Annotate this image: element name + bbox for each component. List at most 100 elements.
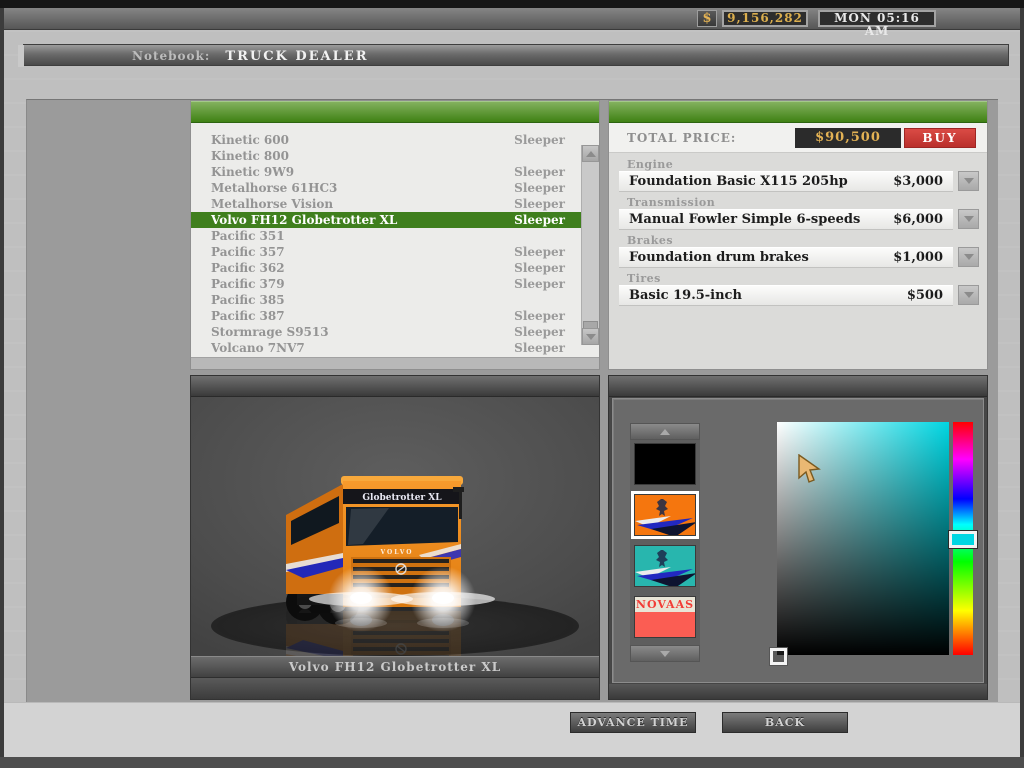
swatch-scroll-up-button[interactable] — [630, 423, 700, 440]
viewer-bottom-bar — [191, 678, 599, 699]
mouse-cursor-icon — [797, 454, 821, 483]
option-value: Foundation drum brakes — [629, 250, 809, 265]
paint-shop-panel: NOVAAS — [608, 375, 988, 700]
config-sections: EngineFoundation Basic X115 205hp$3,000T… — [609, 153, 987, 369]
truck-3d-view[interactable]: Globetrotter XL VOLVO — [191, 397, 599, 656]
truck-list-item[interactable]: Pacific 387Sleeper — [191, 308, 581, 324]
swatch-scroll-down-button[interactable] — [630, 645, 700, 662]
scroll-down-button[interactable] — [582, 328, 599, 345]
paint-swatch-teal-decal[interactable] — [634, 545, 696, 587]
paint-swatch-novaas-red[interactable]: NOVAAS — [634, 596, 696, 638]
option-value: Manual Fowler Simple 6-speeds — [629, 212, 860, 227]
arrow-down-icon — [660, 651, 670, 657]
notebook-header: Notebook: TRUCK DEALER — [23, 44, 1009, 66]
truck-list-bottom-strip — [191, 357, 599, 369]
viewer-top-bar — [191, 376, 599, 397]
buy-button[interactable]: BUY — [904, 128, 976, 148]
option-value-row[interactable]: Foundation drum brakes$1,000 — [619, 247, 953, 267]
advance-time-button[interactable]: ADVANCE TIME — [570, 712, 696, 733]
total-price-value: $90,500 — [795, 128, 901, 148]
truck-cab-type: Sleeper — [514, 132, 565, 148]
truck-dealer-screen: $ 9,156,282 MON 05:16 AM Notebook: TRUCK… — [0, 0, 1024, 768]
hue-marker[interactable] — [949, 531, 977, 548]
front-badge-text: VOLVO — [379, 549, 413, 556]
truck-name: Metalhorse 61HC3 — [211, 180, 337, 196]
truck-list-item[interactable]: Stormrage S9513Sleeper — [191, 324, 581, 340]
truck-cab-type: Sleeper — [514, 244, 565, 260]
truck-list-panel: Kinetic 600SleeperKinetic 800Kinetic 9W9… — [190, 100, 600, 370]
option-label: Brakes — [627, 234, 987, 247]
option-value: Foundation Basic X115 205hp — [629, 174, 848, 189]
truck-list-item[interactable]: Pacific 385 — [191, 292, 581, 308]
truck-name: Metalhorse Vision — [211, 196, 333, 212]
hue-bar[interactable] — [953, 422, 973, 655]
chevron-down-icon — [964, 254, 974, 260]
notebook-prefix: Notebook: — [132, 49, 210, 63]
dropdown-button[interactable] — [958, 285, 979, 305]
truck-list-item[interactable]: Kinetic 9W9Sleeper — [191, 164, 581, 180]
dropdown-button[interactable] — [958, 209, 979, 229]
option-value-row[interactable]: Manual Fowler Simple 6-speeds$6,000 — [619, 209, 953, 229]
swatch-list: NOVAAS — [630, 443, 700, 647]
truck-name: Pacific 362 — [211, 260, 285, 276]
money-icon: $ — [697, 10, 717, 27]
back-button[interactable]: BACK — [722, 712, 848, 733]
dropdown-button[interactable] — [958, 247, 979, 267]
screen-bottom-edge — [0, 757, 1024, 768]
option-label: Tires — [627, 272, 987, 285]
option-value-row[interactable]: Basic 19.5-inch$500 — [619, 285, 953, 305]
truck-list-item[interactable]: Pacific 351 — [191, 228, 581, 244]
screen-top-edge — [0, 0, 1024, 8]
truck-list-body: Kinetic 600SleeperKinetic 800Kinetic 9W9… — [191, 123, 599, 357]
option-price: $3,000 — [893, 174, 943, 189]
truck-list-item[interactable]: Metalhorse Vision Sleeper — [191, 196, 581, 212]
option-section-tires: TiresBasic 19.5-inch$500 — [609, 267, 987, 305]
arrow-down-icon — [586, 334, 596, 340]
truck-name: Volvo FH12 Globetrotter XL — [211, 212, 397, 228]
truck-list-rows: Kinetic 600SleeperKinetic 800Kinetic 9W9… — [191, 132, 581, 356]
chevron-down-icon — [964, 178, 974, 184]
option-value-row[interactable]: Foundation Basic X115 205hp $3,000 — [619, 171, 953, 191]
total-price-label: TOTAL PRICE: — [627, 123, 736, 153]
saturation-value-marker[interactable] — [770, 648, 787, 665]
truck-list-header-bar — [191, 101, 599, 123]
arrow-up-icon — [586, 151, 596, 157]
truck-list-item[interactable]: Pacific 357 Sleeper — [191, 244, 581, 260]
paint-shop-body: NOVAAS — [612, 398, 984, 683]
truck-name: Stormrage S9513 — [211, 324, 329, 340]
truck-list-item[interactable]: Pacific 362 Sleeper — [191, 260, 581, 276]
total-price-row: TOTAL PRICE: $90,500 BUY — [609, 123, 987, 153]
truck-list-item[interactable]: Metalhorse 61HC3Sleeper — [191, 180, 581, 196]
truck-list-item[interactable]: Volcano 7NV7Sleeper — [191, 340, 581, 356]
paint-swatch-orange-decal[interactable] — [634, 494, 696, 536]
truck-cab-type: Sleeper — [514, 164, 565, 180]
truck-viewer-panel: Globetrotter XL VOLVO — [190, 375, 600, 700]
option-section-engine: EngineFoundation Basic X115 205hp$3,000 — [609, 153, 987, 191]
option-price: $500 — [907, 288, 943, 303]
truck-name: Pacific 357 — [211, 244, 285, 260]
configurator-header-bar — [609, 101, 987, 123]
screen-right-edge — [1020, 8, 1024, 768]
dropdown-button[interactable] — [958, 171, 979, 191]
paint-swatch-black[interactable] — [634, 443, 696, 485]
saturation-value-picker[interactable] — [777, 422, 949, 655]
paint-top-bar — [609, 376, 987, 397]
paint-bottom-bar — [609, 684, 987, 699]
truck-name: Pacific 379 — [211, 276, 285, 292]
truck-cab-type: Sleeper — [514, 212, 565, 228]
truck-list-item[interactable]: Pacific 379Sleeper — [191, 276, 581, 292]
truck-list-scrollbar[interactable] — [581, 145, 599, 345]
truck-caption: Volvo FH12 Globetrotter XL — [191, 656, 599, 678]
truck-cab-type: Sleeper — [514, 308, 565, 324]
truck-list-item[interactable]: Kinetic 600 Sleeper — [191, 132, 581, 148]
page-title: TRUCK DEALER — [225, 49, 368, 64]
status-bar: $ 9,156,282 MON 05:16 AM — [0, 8, 1024, 30]
arrow-up-icon — [660, 429, 670, 435]
visor-text: Globetrotter XL — [362, 493, 442, 503]
truck-cab-type: Sleeper — [514, 260, 565, 276]
truck-list-item[interactable]: Kinetic 800 — [191, 148, 581, 164]
truck-cab-type: Sleeper — [514, 196, 565, 212]
truck-list-item[interactable]: Volvo FH12 Globetrotter XL Sleeper — [191, 212, 581, 228]
truck-name: Kinetic 600 — [211, 132, 289, 148]
scroll-up-button[interactable] — [582, 145, 599, 162]
